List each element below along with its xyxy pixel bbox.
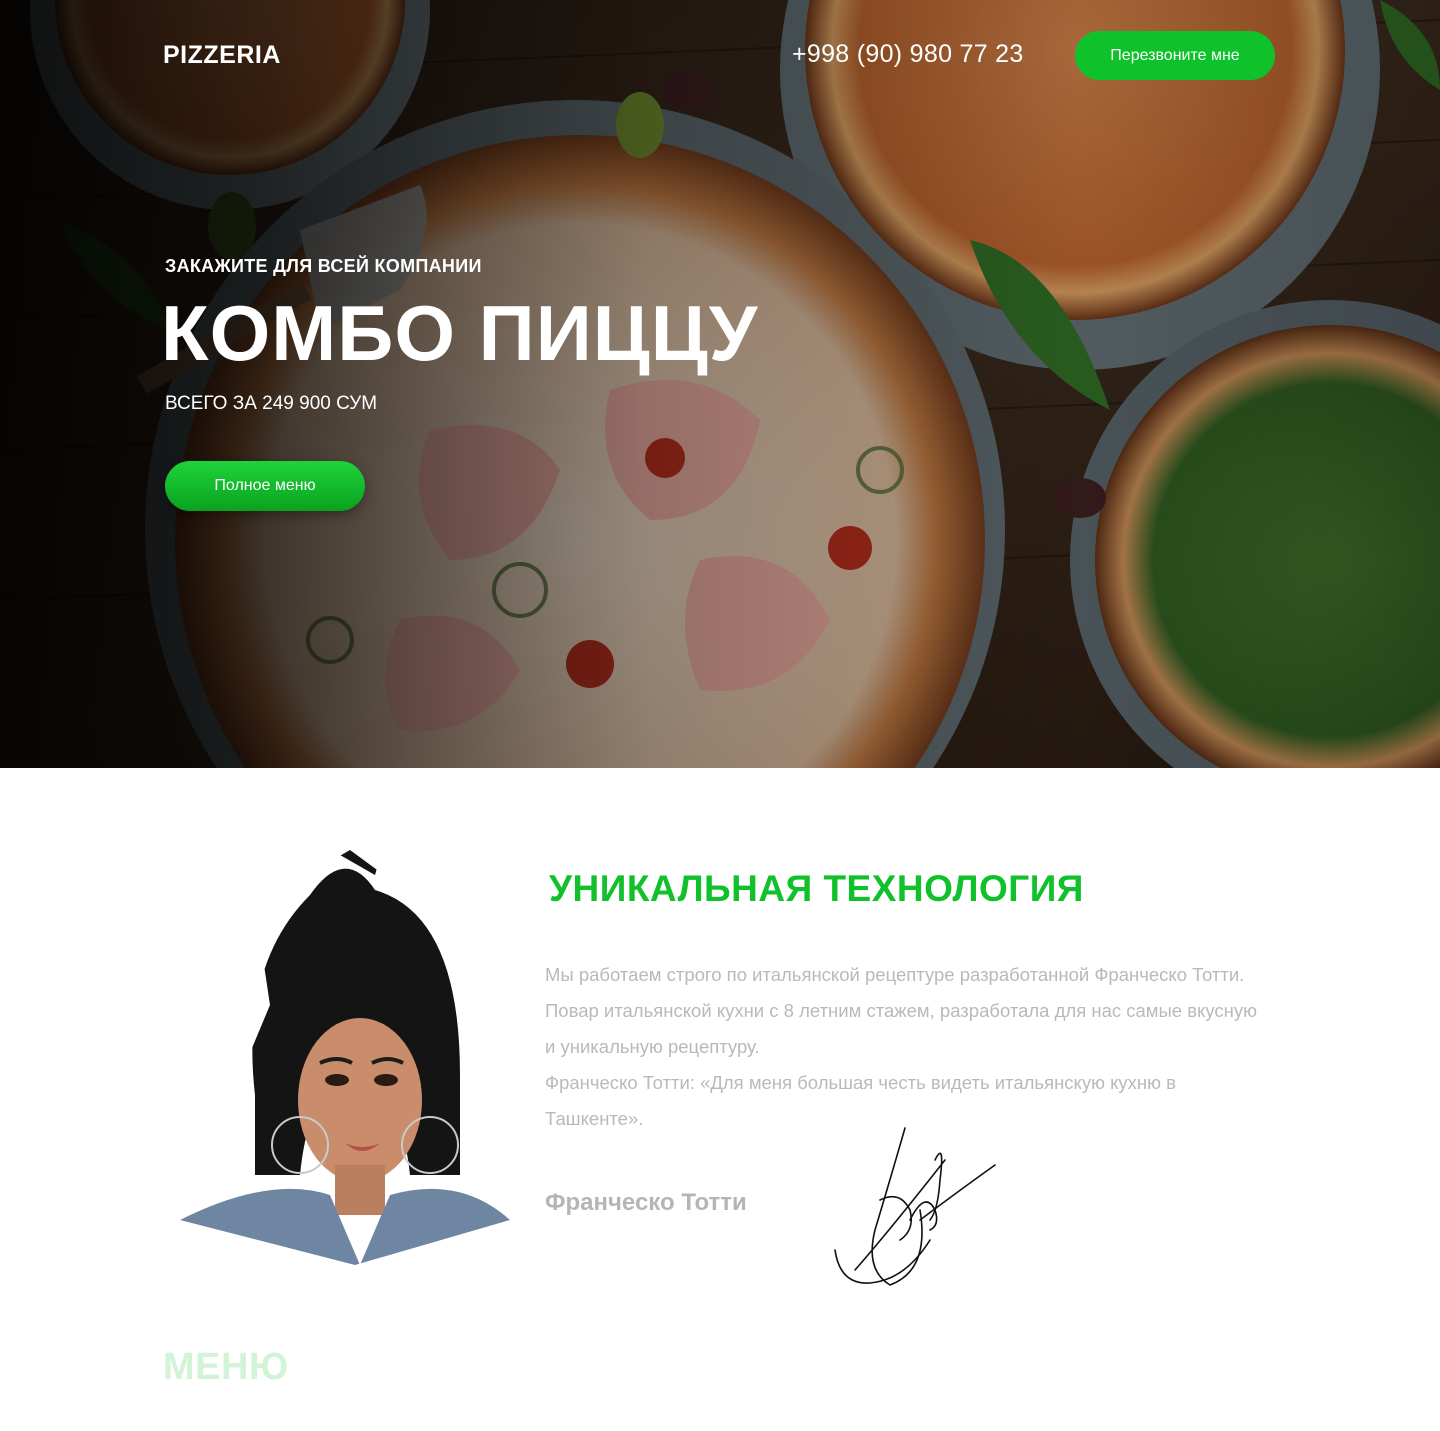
hero-price: ВСЕГО ЗА 249 900 СУМ [165, 393, 378, 414]
signature-image [834, 1127, 996, 1286]
chef-portrait [180, 850, 510, 1265]
site-logo[interactable]: PIZZERIA [163, 41, 281, 70]
signer-name: Франческо Тотти [545, 1189, 747, 1216]
hero-section: PIZZERIA +998 (90) 980 77 23 Перезвоните… [0, 0, 1440, 768]
full-menu-button[interactable]: Полное меню [165, 461, 365, 511]
about-title: УНИКАЛЬНАЯ ТЕХНОЛОГИЯ [549, 868, 1084, 909]
hero-overlay [0, 0, 1440, 768]
about-text: Мы работаем строго по итальянской рецепт… [545, 957, 1265, 1137]
phone-number[interactable]: +998 (90) 980 77 23 [792, 40, 1024, 69]
callback-button[interactable]: Перезвоните мне [1075, 31, 1275, 80]
menu-heading: МЕНЮ [163, 1346, 289, 1388]
hero-headline: КОМБО ПИЦЦУ [161, 289, 759, 377]
hero-kicker: ЗАКАЖИТЕ ДЛЯ ВСЕЙ КОМПАНИИ [165, 256, 482, 276]
about-paragraph-1: Мы работаем строго по итальянской рецепт… [545, 964, 1257, 1057]
